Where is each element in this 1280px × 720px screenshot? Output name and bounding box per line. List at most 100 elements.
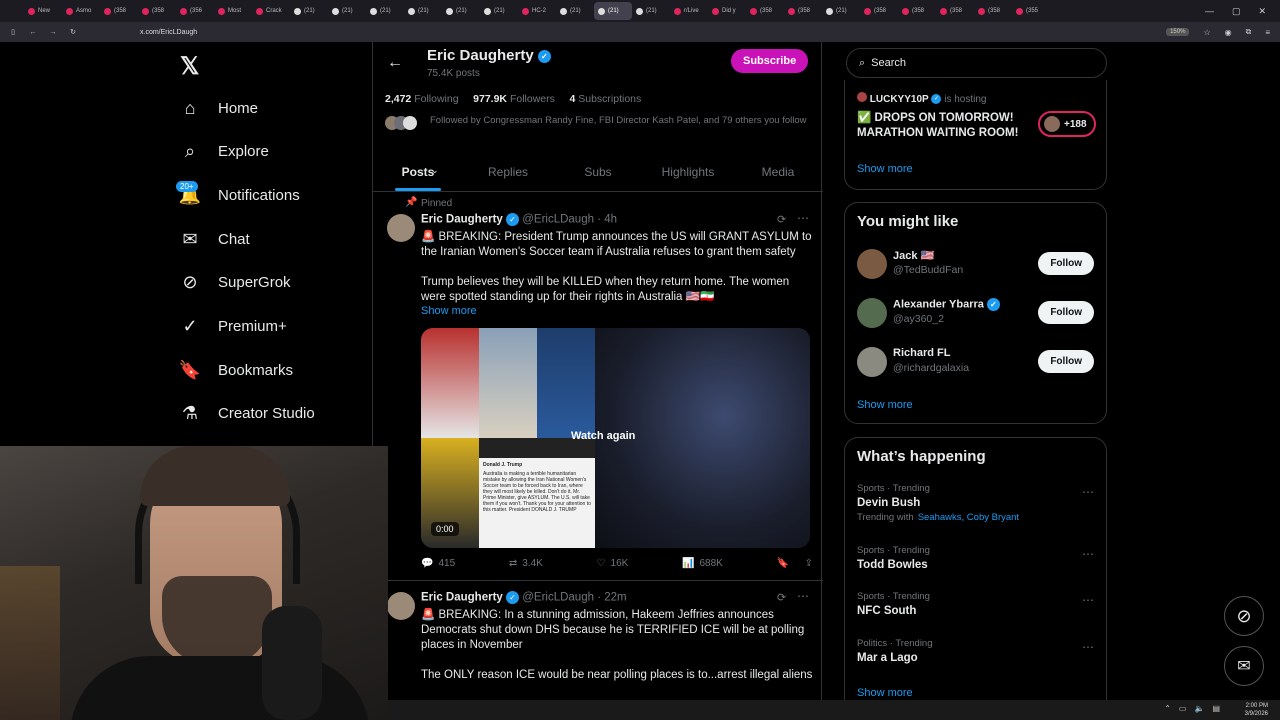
url-input[interactable]: x.com/EricLDaugh <box>140 29 197 36</box>
browser-tab[interactable]: (21) <box>366 2 404 20</box>
chevron-down-icon[interactable]: ⌄ <box>431 165 439 176</box>
browser-tab[interactable]: Did y <box>708 2 746 20</box>
messages-fab[interactable]: ✉ <box>1224 646 1264 686</box>
followers-link[interactable]: 977.9K Followers <box>473 93 555 105</box>
follow-button[interactable]: Follow <box>1038 301 1094 324</box>
browser-tab[interactable]: (21) <box>328 2 366 20</box>
author-name[interactable]: Eric Daugherty <box>421 592 503 604</box>
avatar[interactable] <box>857 249 887 279</box>
nav-item-supergrok[interactable]: ⊘ SuperGrok <box>178 266 290 300</box>
network-icon[interactable]: ▭ <box>1179 704 1187 713</box>
like-button[interactable]: ♡ 16K <box>597 558 629 569</box>
subscriptions-link[interactable]: 4 Subscriptions <box>569 93 641 105</box>
bookmark-icon[interactable]: 🔖 <box>777 558 789 569</box>
browser-tab[interactable]: (358 <box>746 2 784 20</box>
nav-item-creator-studio[interactable]: ⚗ Creator Studio <box>178 397 315 431</box>
browser-tab[interactable]: (358 <box>100 2 138 20</box>
extensions-icon[interactable]: ⧉ <box>1246 27 1252 37</box>
browser-tab[interactable]: (358 <box>974 2 1012 20</box>
back-icon[interactable]: ← <box>26 29 40 36</box>
show-more-link[interactable]: Show more <box>857 163 913 175</box>
reply-button[interactable]: 💬 415 <box>421 558 455 569</box>
grok-icon[interactable]: ⟳ <box>777 591 786 604</box>
grok-fab[interactable]: ⊘ <box>1224 596 1264 636</box>
browser-tab[interactable]: r/Live <box>670 2 708 20</box>
suggestion-name[interactable]: Alexander Ybarra ✓ <box>893 298 1000 311</box>
grok-icon[interactable]: ⟳ <box>777 213 786 226</box>
browser-tab[interactable]: (358 <box>860 2 898 20</box>
browser-tab[interactable]: Most <box>214 2 252 20</box>
forward-icon[interactable]: → <box>46 29 60 36</box>
follow-button[interactable]: Follow <box>1038 350 1094 373</box>
x-logo-icon[interactable]: 𝕏 <box>180 52 199 81</box>
browser-tab[interactable]: (21) <box>594 2 632 20</box>
nav-item-home[interactable]: ⌂ Home <box>178 91 258 125</box>
trending-with-links[interactable]: Seahawks, Coby Bryant <box>918 512 1019 523</box>
search-box[interactable]: ⌕ Search <box>846 48 1107 78</box>
maximize-icon[interactable]: ▢ <box>1232 6 1241 17</box>
suggestion-name[interactable]: Richard FL <box>893 347 950 359</box>
suggestion-name[interactable]: Jack 🇺🇸 <box>893 249 934 262</box>
avatar[interactable] <box>387 592 415 620</box>
browser-tab[interactable]: (358 <box>138 2 176 20</box>
browser-tab[interactable]: (21) <box>442 2 480 20</box>
tab-subs[interactable]: Subs <box>553 152 643 191</box>
back-arrow-icon[interactable]: ← <box>387 54 403 72</box>
close-icon[interactable]: ✕ <box>1258 6 1266 17</box>
author-handle[interactable]: @EricLDaugh <box>522 214 594 226</box>
repost-button[interactable]: ⇄ 3.4K <box>509 558 543 569</box>
nav-item-bookmarks[interactable]: 🔖 Bookmarks <box>178 353 293 387</box>
browser-tab[interactable]: Crack <box>252 2 290 20</box>
following-link[interactable]: 2,472 Following <box>385 93 459 105</box>
browser-tab[interactable]: (356 <box>176 2 214 20</box>
tweet-video[interactable]: Donald J. Trump Australia is making a te… <box>421 328 810 548</box>
browser-tab[interactable]: (21) <box>556 2 594 20</box>
sidebar-toggle-icon[interactable]: ▯ <box>6 28 20 36</box>
browser-tab[interactable]: (21) <box>632 2 670 20</box>
tab-media[interactable]: Media <box>733 152 823 191</box>
trend-item[interactable]: Politics · Trending Mar a Lago <box>857 638 1097 664</box>
trend-item[interactable]: Sports · Trending Devin Bush Trending with… <box>857 483 1097 523</box>
browser-tab[interactable]: New <box>24 2 62 20</box>
follow-button[interactable]: Follow <box>1038 252 1094 275</box>
minimize-icon[interactable]: — <box>1205 6 1214 16</box>
watch-again-label[interactable]: Watch again <box>571 430 635 442</box>
trend-item[interactable]: Sports · Trending Todd Bowles <box>857 545 1097 571</box>
avatar[interactable] <box>857 347 887 377</box>
followed-by-text[interactable]: Followed by Congressman Randy Fine, FBI … <box>430 115 810 127</box>
post-time[interactable]: · 22m <box>597 592 626 604</box>
author-handle[interactable]: @EricLDaugh <box>522 592 594 604</box>
tray-chevron-icon[interactable]: ⌃ <box>1164 704 1171 713</box>
zoom-indicator[interactable]: 150% <box>1166 28 1190 36</box>
browser-tab[interactable]: (358 <box>936 2 974 20</box>
browser-tab[interactable]: HC-2 <box>518 2 556 20</box>
search-input[interactable]: Search <box>871 57 906 69</box>
more-icon[interactable]: ⋯ <box>1082 640 1094 654</box>
avatar[interactable] <box>387 214 415 242</box>
post-time[interactable]: · 4h <box>597 214 617 226</box>
show-more-link[interactable]: Show more <box>857 399 913 411</box>
avatar[interactable] <box>857 298 887 328</box>
trend-item[interactable]: Sports · Trending NFC South <box>857 591 1097 617</box>
listener-count[interactable]: +188 <box>1038 111 1096 137</box>
browser-tab[interactable]: (21) <box>404 2 442 20</box>
tab-replies[interactable]: Replies <box>463 152 553 191</box>
tab-posts[interactable]: Posts <box>373 152 463 191</box>
more-icon[interactable]: ⋯ <box>1082 593 1094 607</box>
more-icon[interactable]: ⋯ <box>797 211 809 225</box>
notification-center-icon[interactable]: ▤ <box>1212 704 1220 713</box>
more-icon[interactable]: ⋯ <box>1082 485 1094 499</box>
share-icon[interactable]: ⇪ <box>805 558 813 569</box>
nav-item-chat[interactable]: ✉ Chat <box>178 222 249 256</box>
more-icon[interactable]: ⋯ <box>1082 547 1094 561</box>
show-more-link[interactable]: Show more <box>421 305 477 317</box>
nav-item-explore[interactable]: ⌕ Explore <box>178 135 269 169</box>
star-icon[interactable]: ☆ <box>1203 28 1210 37</box>
nav-item-premium[interactable]: ✓ Premium+ <box>178 310 286 344</box>
author-name[interactable]: Eric Daugherty <box>421 214 503 226</box>
reload-icon[interactable]: ↻ <box>66 28 80 36</box>
browser-tab[interactable]: Asmo <box>62 2 100 20</box>
browser-tab[interactable]: (21) <box>822 2 860 20</box>
volume-icon[interactable]: 🔈 <box>1194 704 1204 713</box>
browser-tab[interactable]: (358 <box>898 2 936 20</box>
